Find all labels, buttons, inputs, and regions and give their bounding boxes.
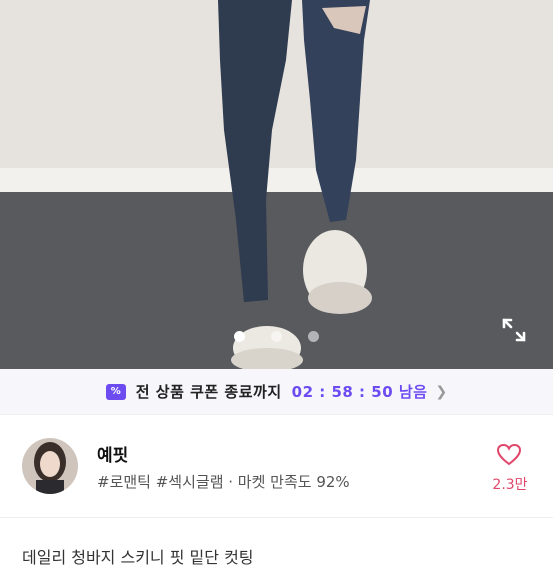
shop-name[interactable]: 예핏 — [97, 441, 128, 466]
shop-info: 예핏 #로맨틱 #섹시글램 · 마켓 만족도 92% 2.3만 — [0, 415, 553, 517]
carousel-indicator — [0, 331, 553, 343]
coupon-label: 전 상품 쿠폰 종료까지 — [135, 383, 282, 401]
heart-icon[interactable] — [496, 443, 522, 467]
carousel-dot-2[interactable] — [271, 331, 282, 342]
carousel-dot-3[interactable] — [308, 331, 319, 342]
carousel-dot-1[interactable] — [234, 331, 245, 342]
shop-avatar[interactable] — [22, 438, 78, 494]
coupon-countdown-banner[interactable]: % 전 상품 쿠폰 종료까지 02 : 58 : 50 남음 ❯ — [0, 369, 553, 414]
like-count: 2.3만 — [492, 477, 528, 493]
divider — [0, 517, 553, 518]
product-description: 데일리 청바지 스키니 핏 밑단 컷팅 — [22, 548, 254, 567]
coupon-timer: 02 : 58 : 50 남음 — [291, 383, 428, 401]
expand-icon[interactable] — [500, 316, 528, 344]
chevron-right-icon: ❯ — [435, 383, 448, 400]
coupon-percent-icon: % — [105, 383, 126, 400]
product-photo[interactable] — [0, 0, 553, 369]
shop-tags: #로맨틱 #섹시글램 · 마켓 만족도 92% — [97, 473, 350, 491]
